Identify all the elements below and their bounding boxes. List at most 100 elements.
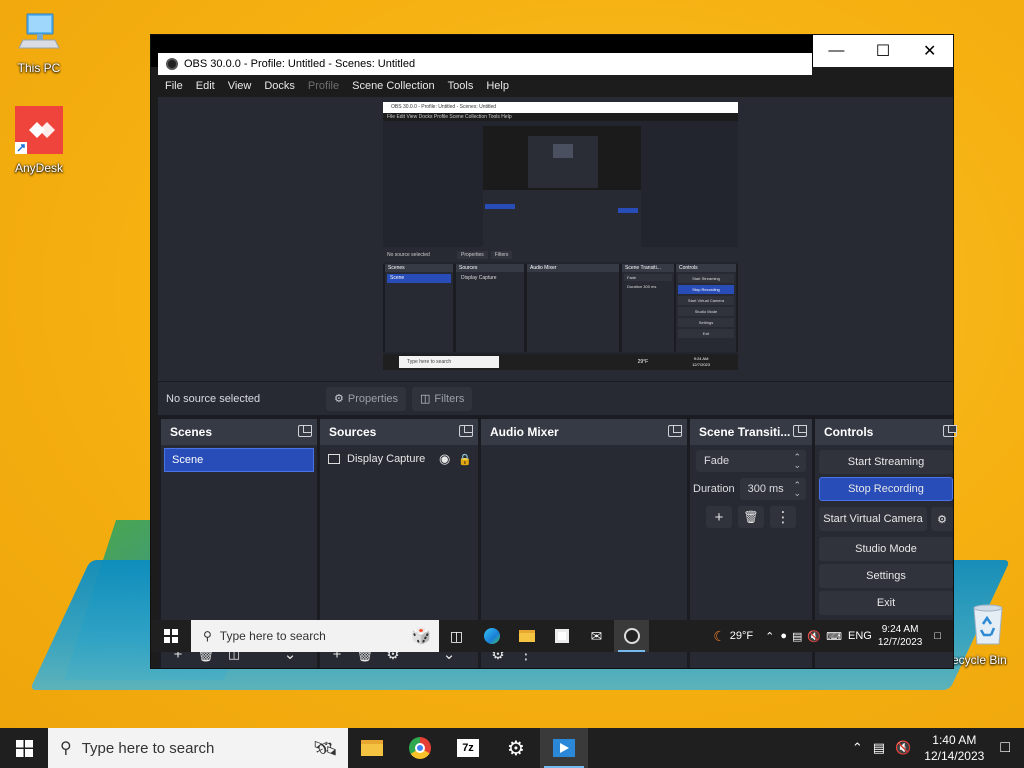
- volume-muted-icon[interactable]: 🔇: [807, 630, 821, 643]
- lock-icon[interactable]: 🔒: [458, 453, 472, 466]
- filter-icon: ◫: [420, 393, 431, 405]
- undock-icon[interactable]: [943, 425, 957, 437]
- chevron-up-icon[interactable]: ⌃: [765, 630, 774, 643]
- minimize-icon[interactable]: —: [813, 35, 860, 67]
- eye-icon[interactable]: ◉: [439, 451, 450, 467]
- nested-menubar: File Edit View Docks Profile Scene Colle…: [383, 113, 738, 121]
- menu-help[interactable]: Help: [486, 80, 509, 92]
- virtual-camera-row: Start Virtual Camera ⚙: [815, 504, 953, 534]
- nested-scene-item: Scene: [387, 274, 451, 283]
- volume-muted-icon[interactable]: 🔇: [895, 740, 911, 756]
- nested-properties: Properties: [457, 250, 488, 259]
- desktop-icon-this-pc[interactable]: This PC: [4, 10, 74, 75]
- undock-icon[interactable]: [459, 425, 473, 437]
- menu-view[interactable]: View: [228, 80, 252, 92]
- undock-icon[interactable]: [298, 425, 312, 437]
- undock-icon[interactable]: [668, 425, 682, 437]
- guest-language[interactable]: ENG: [848, 630, 872, 642]
- edge-icon[interactable]: [474, 620, 509, 652]
- desktop-icon-label: This PC: [17, 61, 61, 75]
- guest-weather[interactable]: 29°F: [730, 630, 753, 642]
- windows-icon: [15, 739, 33, 757]
- meet-icon[interactable]: ●: [780, 630, 787, 642]
- menu-edit[interactable]: Edit: [196, 80, 215, 92]
- network-icon[interactable]: ▤: [873, 740, 885, 756]
- chrome-icon[interactable]: [396, 728, 444, 768]
- mail-icon[interactable]: ✉: [579, 620, 614, 652]
- properties-button[interactable]: ⚙ Properties: [326, 386, 407, 411]
- desktop-icon-anydesk[interactable]: AnyDesk: [4, 106, 74, 175]
- system-clock[interactable]: 1:40 AM 12/14/2023: [924, 732, 984, 764]
- keyboard-icon[interactable]: ⌨: [826, 630, 842, 643]
- gear-icon: ⚙: [334, 393, 344, 405]
- nested-audio-dock: Audio Mixer: [527, 264, 619, 352]
- maximize-icon[interactable]: ☐: [860, 35, 907, 67]
- nested-ctrl-button: Stop Recording: [678, 285, 734, 294]
- menu-tools[interactable]: Tools: [448, 80, 474, 92]
- spinner-icon[interactable]: ⌃ ⌄: [793, 481, 801, 498]
- stop-recording-button[interactable]: Stop Recording: [819, 477, 953, 501]
- nested-sources-dock: Sources Display Capture: [456, 264, 524, 352]
- duration-input[interactable]: 300 ms ⌃ ⌄: [739, 478, 806, 500]
- nested-titlebar: OBS 30.0.0 - Profile: Untitled - Scenes:…: [383, 102, 738, 113]
- notification-icon[interactable]: □: [1000, 739, 1010, 757]
- desktop-icon-recycle-bin[interactable]: ecycle Bin: [944, 602, 1024, 667]
- start-button[interactable]: [0, 728, 48, 768]
- duration-row: Duration 300 ms ⌃ ⌄: [693, 478, 806, 500]
- exit-button[interactable]: Exit: [819, 591, 953, 615]
- undock-icon[interactable]: [793, 425, 807, 437]
- nested-dock-row: Scenes Scene Sources Display Capture Aud…: [383, 264, 738, 352]
- weather-icon: ☾: [713, 627, 726, 644]
- menu-docks[interactable]: Docks: [264, 80, 295, 92]
- 7zip-icon[interactable]: 7z: [444, 728, 492, 768]
- task-view-icon[interactable]: ◫: [439, 620, 474, 652]
- start-virtual-camera-button[interactable]: Start Virtual Camera: [819, 507, 927, 531]
- file-explorer-icon[interactable]: [348, 728, 396, 768]
- nested-transitions-title: Scene Transiti...: [622, 264, 674, 272]
- nested-controls-title: Controls: [676, 264, 736, 272]
- remote-session-window: — ☐ ✕ OBS 30.0.0 - Profile: Untitled - S…: [151, 35, 957, 668]
- obs-menubar: File Edit View Docks Profile Scene Colle…: [158, 75, 953, 97]
- guest-search-box[interactable]: ⚲ Type here to search 🎲: [191, 620, 439, 652]
- chevron-up-icon[interactable]: ⌃: [852, 740, 863, 756]
- transitions-title: Scene Transiti...: [699, 425, 791, 439]
- nested-taskbar-search: Type here to search: [399, 356, 499, 368]
- host-taskbar: ⚲ Type here to search 🛰 7z ⚙ ⌃ ▤ 🔇 1:40 …: [0, 728, 1024, 768]
- trash-icon[interactable]: 🗑: [738, 506, 764, 528]
- controls-title: Controls: [824, 425, 874, 439]
- guest-clock[interactable]: 9:24 AM 12/7/2023: [878, 623, 923, 649]
- add-icon[interactable]: +: [706, 506, 732, 528]
- sources-dock-header: Sources: [320, 419, 478, 445]
- settings-gear-icon[interactable]: ⚙: [492, 728, 540, 768]
- studio-mode-button[interactable]: Studio Mode: [819, 537, 953, 561]
- nested-duration-label: Duration: [627, 284, 643, 289]
- virtual-camera-settings-icon[interactable]: ⚙: [931, 507, 953, 531]
- scene-item[interactable]: Scene: [164, 448, 314, 472]
- transition-select[interactable]: Fade ⌃ ⌄: [696, 450, 806, 472]
- network-icon[interactable]: ▤: [792, 630, 802, 643]
- filters-button[interactable]: ◫ Filters: [412, 386, 473, 411]
- guest-start-button[interactable]: [151, 620, 191, 652]
- guest-time: 9:24 AM: [881, 624, 919, 635]
- start-streaming-button[interactable]: Start Streaming: [819, 450, 953, 474]
- notification-icon[interactable]: □: [934, 630, 941, 642]
- nested-taskbar: Type here to search 29°F 9:24 AM 12/7/202…: [383, 354, 738, 370]
- settings-button[interactable]: Settings: [819, 564, 953, 588]
- obs-logo-icon: [166, 58, 178, 70]
- preview-canvas[interactable]: OBS 30.0.0 - Profile: Untitled - Scenes:…: [158, 97, 953, 381]
- nested-status: No source selected: [387, 251, 430, 258]
- search-box[interactable]: ⚲ Type here to search 🛰: [48, 728, 348, 768]
- file-explorer-icon[interactable]: [509, 620, 544, 652]
- source-item[interactable]: Display Capture ◉ 🔒: [328, 448, 472, 470]
- obs-taskbar-icon[interactable]: [614, 620, 649, 652]
- remote-desktop-icon[interactable]: [540, 728, 588, 768]
- obs-window-title: OBS 30.0.0 - Profile: Untitled - Scenes:…: [184, 58, 416, 70]
- close-icon[interactable]: ✕: [906, 35, 953, 67]
- nested-fade: Fade: [624, 274, 672, 281]
- store-icon[interactable]: [544, 620, 579, 652]
- menu-profile[interactable]: Profile: [308, 80, 339, 92]
- nested-date: 12/7/2023: [692, 362, 710, 367]
- menu-file[interactable]: File: [165, 80, 183, 92]
- menu-scene-collection[interactable]: Scene Collection: [352, 80, 435, 92]
- more-options-icon[interactable]: ⋮: [770, 506, 796, 528]
